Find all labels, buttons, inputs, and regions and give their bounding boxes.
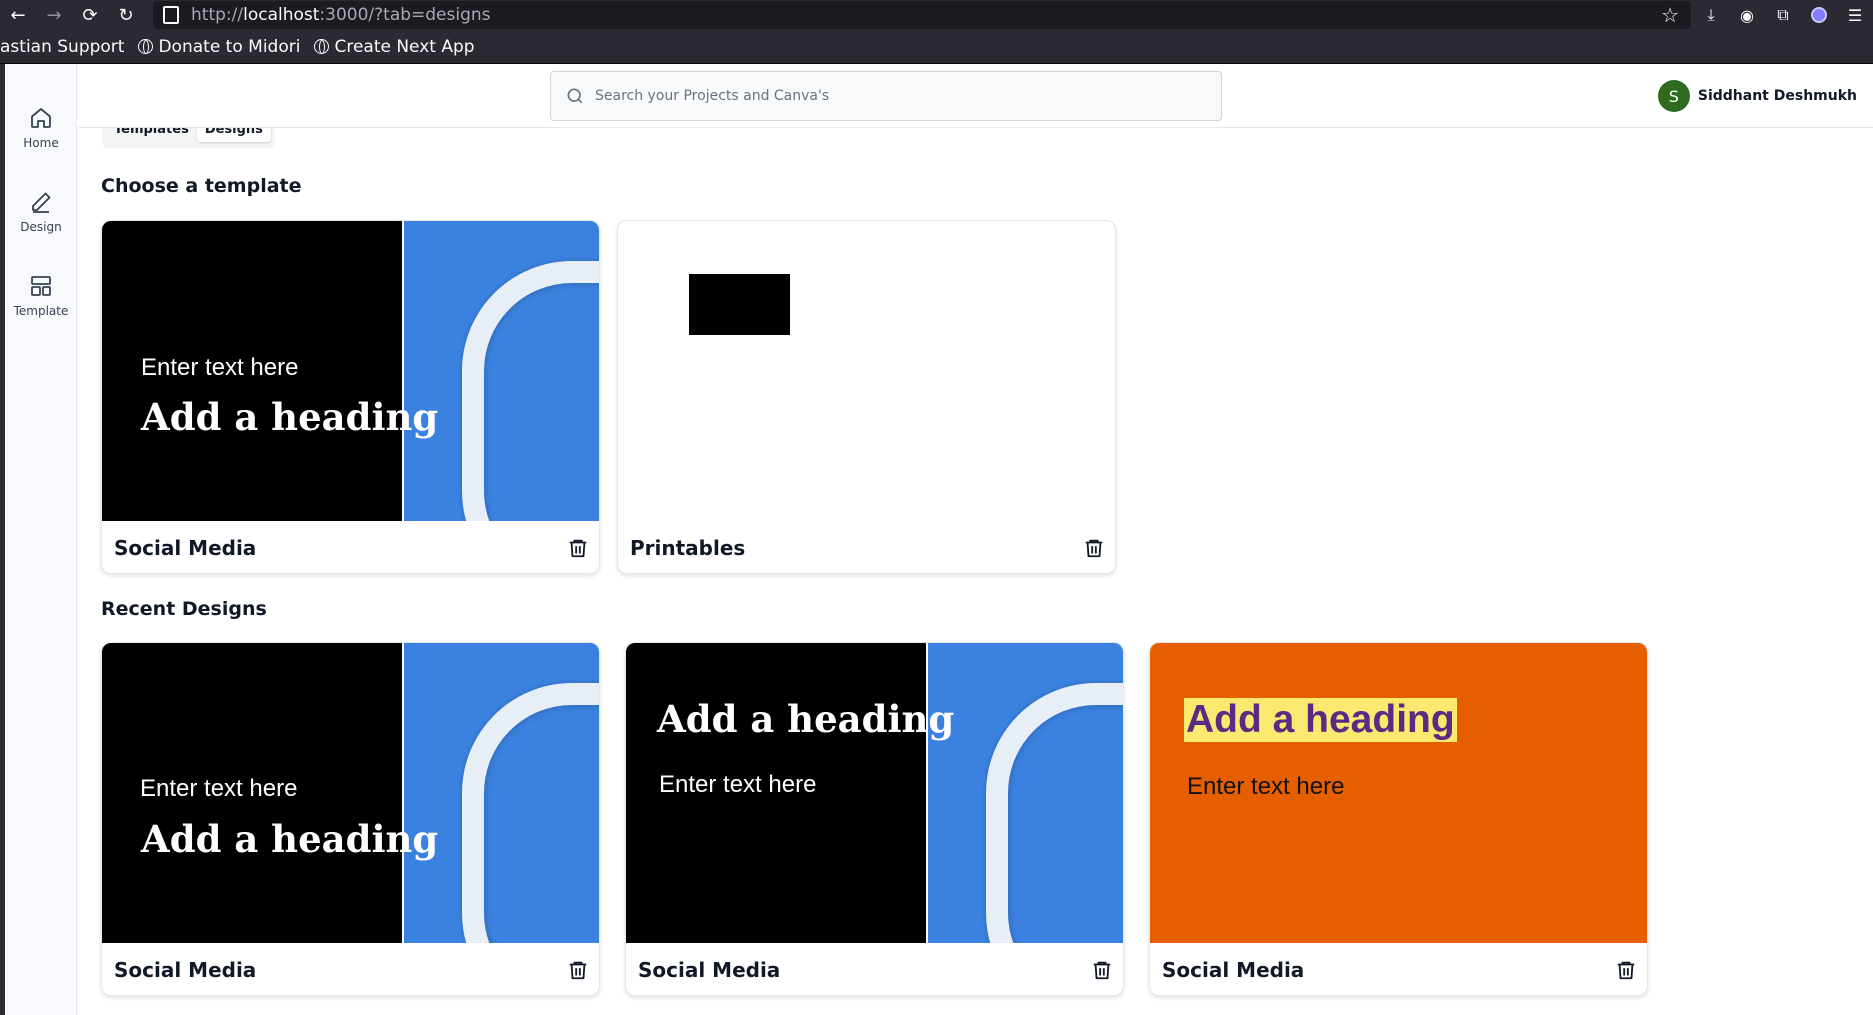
preview-photo	[404, 643, 599, 943]
card-footer: Social Media	[626, 943, 1123, 995]
back-icon[interactable]: ←	[0, 0, 36, 30]
sidebar-item-template[interactable]: Template	[5, 274, 77, 318]
tab-designs[interactable]: Designs	[196, 128, 271, 142]
search-icon	[567, 88, 583, 104]
globe-icon	[138, 39, 154, 54]
template-icon	[31, 276, 51, 296]
preview-heading: Add a heading	[141, 817, 439, 861]
preview-heading: Add a heading	[657, 697, 955, 741]
preview-photo	[928, 643, 1123, 943]
recent-design-card[interactable]: Add a heading Enter text here Social Med…	[625, 642, 1124, 996]
url-prefix: http://	[191, 5, 244, 25]
preview-text: Enter text here	[140, 775, 298, 802]
preview-text: Enter text here	[141, 354, 299, 381]
card-title: Printables	[630, 536, 746, 560]
card-title: Social Media	[114, 536, 257, 560]
search-box	[550, 71, 1222, 121]
bookmark-label: Create Next App	[334, 36, 475, 57]
preview-text: Enter text here	[659, 771, 817, 798]
page-icon	[163, 6, 179, 24]
design-preview	[618, 221, 1115, 521]
bookmark-star-icon[interactable]: ☆	[1661, 3, 1679, 27]
section-title-recent: Recent Designs	[101, 598, 267, 620]
sidebar: Home Design Template	[5, 64, 77, 1015]
design-preview: Enter text here Add a heading	[102, 643, 599, 943]
globe-icon	[314, 39, 330, 54]
card-title: Social Media	[1162, 958, 1305, 982]
recent-design-card[interactable]: Add a heading Enter text here Social Med…	[1149, 642, 1648, 996]
home-icon	[31, 108, 51, 128]
bookmark-label: Donate to Midori	[158, 36, 301, 57]
trash-icon[interactable]	[567, 959, 589, 981]
template-card[interactable]: Enter text here Add a heading Social Med…	[101, 220, 600, 574]
url-rest: :3000/?tab=designs	[319, 5, 491, 25]
user-name: Siddhant Deshmukh	[1697, 88, 1857, 104]
card-footer: Social Media	[102, 943, 599, 995]
trash-icon[interactable]	[1091, 959, 1113, 981]
preview-text: Enter text here	[1187, 773, 1345, 800]
trash-icon[interactable]	[567, 537, 589, 559]
bookmarks-bar: astian Support Donate to Midori Create N…	[0, 30, 1873, 64]
bookmark-create-next-app[interactable]: Create Next App	[314, 36, 475, 57]
url-host: localhost	[243, 5, 320, 25]
extensions-icon[interactable]: ⧉	[1765, 0, 1801, 30]
sidebar-item-design[interactable]: Design	[5, 190, 77, 234]
top-header: S Siddhant Deshmukh	[78, 64, 1873, 128]
preview-heading: Add a heading	[141, 395, 439, 439]
pencil-icon	[32, 192, 51, 213]
card-title: Social Media	[114, 958, 257, 982]
sidebar-item-label: Home	[23, 136, 59, 150]
preview-photo	[404, 221, 599, 521]
user-menu[interactable]: S Siddhant Deshmukh	[1657, 80, 1857, 112]
template-card[interactable]: Printables	[617, 220, 1116, 574]
address-bar[interactable]: http:// localhost :3000/?tab=designs ☆	[153, 1, 1691, 29]
bookmark-label: astian Support	[0, 36, 125, 57]
account-icon[interactable]: ◉	[1729, 0, 1765, 30]
bookmark-astian-support[interactable]: astian Support	[0, 37, 124, 57]
sidebar-item-home[interactable]: Home	[5, 106, 77, 150]
trash-icon[interactable]	[1615, 959, 1637, 981]
forward-icon[interactable]: →	[36, 0, 72, 30]
reload-icon[interactable]: ↻	[108, 0, 144, 30]
browser-toolbar-icons: ⤓ ◉ ⧉ ☰	[1693, 0, 1873, 30]
design-preview: Add a heading Enter text here	[1150, 643, 1647, 943]
card-footer: Social Media	[102, 521, 599, 573]
preview-rectangle	[689, 274, 790, 335]
card-footer: Printables	[618, 521, 1115, 573]
app: Home Design Template Templates Designs S…	[0, 64, 1873, 1015]
menu-icon[interactable]: ☰	[1837, 0, 1873, 30]
bookmark-donate-midori[interactable]: Donate to Midori	[138, 37, 300, 57]
preview-heading: Add a heading	[1184, 698, 1457, 742]
sidebar-item-label: Design	[20, 220, 62, 234]
recent-design-card[interactable]: Enter text here Add a heading Social Med…	[101, 642, 600, 996]
profile-icon[interactable]	[1801, 0, 1837, 30]
design-preview: Enter text here Add a heading	[102, 221, 599, 521]
download-icon[interactable]: ⤓	[1693, 0, 1729, 30]
tab-templates[interactable]: Templates	[106, 128, 197, 142]
section-title-templates: Choose a template	[101, 175, 302, 197]
design-preview: Add a heading Enter text here	[626, 643, 1123, 943]
sidebar-item-label: Template	[13, 304, 69, 318]
trash-icon[interactable]	[1083, 537, 1105, 559]
card-footer: Social Media	[1150, 943, 1647, 995]
avatar: S	[1657, 80, 1690, 112]
view-tabs: Templates Designs	[102, 128, 275, 148]
card-title: Social Media	[638, 958, 781, 982]
search-input[interactable]	[595, 88, 1195, 104]
reload-alt-icon[interactable]: ⟳	[72, 0, 108, 30]
